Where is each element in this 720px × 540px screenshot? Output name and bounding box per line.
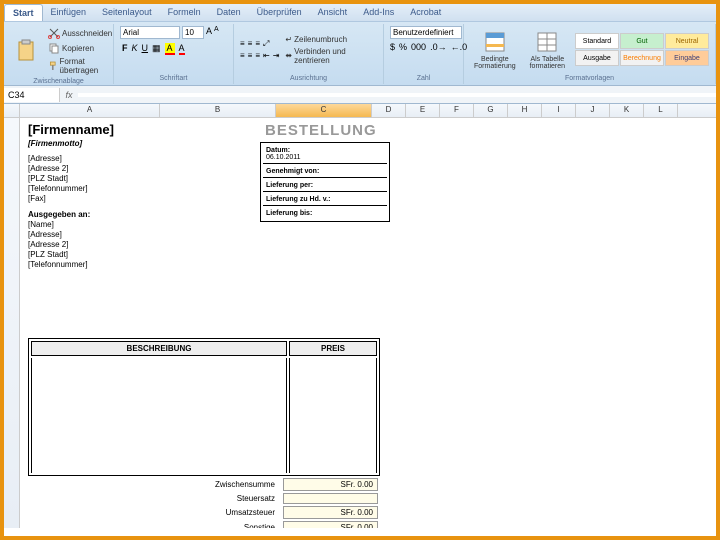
col-header-j[interactable]: J (576, 104, 610, 117)
merge-button[interactable]: ⬌Verbinden und zentrieren (283, 46, 377, 66)
worksheet-content[interactable]: [Firmenname] [Firmenmotto] [Adresse][Adr… (20, 118, 716, 528)
bold-button[interactable]: F (122, 43, 128, 55)
col-header-i[interactable]: I (542, 104, 576, 117)
cut-button[interactable]: Ausschneiden (46, 26, 114, 40)
style-gut[interactable]: Gut (620, 33, 664, 49)
formula-input[interactable] (78, 93, 716, 97)
copy-icon (48, 42, 60, 54)
style-standard[interactable]: Standard (575, 33, 619, 49)
fill-color-button[interactable]: A (165, 43, 175, 55)
style-neutral[interactable]: Neutral (665, 33, 709, 49)
sheet-area: [Firmenname] [Firmenmotto] [Adresse][Adr… (4, 118, 716, 528)
order-title: BESTELLUNG (265, 122, 377, 139)
column-headers: A B C D E F G H I J K L (4, 104, 716, 118)
row-headers (4, 118, 20, 528)
underline-button[interactable]: U (142, 43, 149, 55)
group-font-label: Schriftart (120, 75, 227, 82)
tab-formeln[interactable]: Formeln (160, 4, 209, 21)
col-header-b[interactable]: B (160, 104, 276, 117)
align-center-icon[interactable]: ≡ (248, 51, 253, 60)
format-as-table-button[interactable]: Als Tabelle formatieren (524, 28, 571, 72)
wrap-icon: ↵ (285, 35, 292, 44)
format-painter-button[interactable]: Format übertragen (46, 56, 114, 76)
paste-button[interactable] (10, 37, 42, 65)
group-font: Arial 10 A A F K U ▦ A A Schriftart (114, 24, 234, 84)
style-eingabe[interactable]: Eingabe (665, 50, 709, 66)
tab-seitenlayout[interactable]: Seitenlayout (94, 4, 160, 21)
cell-styles-gallery[interactable]: Standard Gut Neutral Ausgabe Berechnung … (575, 33, 709, 66)
th-price: PREIS (289, 341, 377, 356)
group-clipboard: Ausschneiden Kopieren Format übertragen … (4, 24, 114, 84)
tab-acrobat[interactable]: Acrobat (402, 4, 449, 21)
col-header-g[interactable]: G (474, 104, 508, 117)
group-alignment: ≡ ≡ ≡ ⤢ ≡ ≡ ≡ ⇤ ⇥ ↵Zeilenumbruch (234, 24, 384, 84)
col-header-c[interactable]: C (276, 104, 372, 117)
tab-addins[interactable]: Add-Ins (355, 4, 402, 21)
col-header-a[interactable]: A (20, 104, 160, 117)
indent-increase-icon[interactable]: ⇥ (273, 51, 280, 60)
shrink-font-icon[interactable]: A (214, 26, 219, 39)
ribbon-body: Ausschneiden Kopieren Format übertragen … (4, 22, 716, 86)
group-number-label: Zahl (390, 75, 457, 82)
col-header-k[interactable]: K (610, 104, 644, 117)
group-clipboard-label: Zwischenablage (10, 78, 107, 85)
percent-icon[interactable]: % (399, 42, 407, 52)
italic-button[interactable]: K (132, 43, 138, 55)
table-icon (535, 30, 559, 54)
font-size-select[interactable]: 10 (182, 26, 204, 39)
tab-einfuegen[interactable]: Einfügen (43, 4, 95, 21)
merge-icon: ⬌ (285, 51, 292, 60)
ribbon: Start Einfügen Seitenlayout Formeln Date… (4, 4, 716, 86)
order-info-table: Datum:06.10.2011 Genehmigt von: Lieferun… (260, 142, 390, 222)
col-header-e[interactable]: E (406, 104, 440, 117)
align-middle-icon[interactable]: ≡ (248, 39, 253, 49)
style-ausgabe[interactable]: Ausgabe (575, 50, 619, 66)
conditional-icon (483, 30, 507, 54)
comma-icon[interactable]: 000 (411, 42, 426, 52)
style-berechnung[interactable]: Berechnung (620, 50, 664, 66)
name-box[interactable]: C34 (4, 88, 60, 102)
formula-bar: C34 fx (4, 86, 716, 104)
totals-table: ZwischensummeSFr. 0.00 Steuersatz Umsatz… (28, 476, 380, 528)
paste-icon (14, 39, 38, 63)
group-alignment-label: Ausrichtung (240, 75, 377, 82)
select-all-button[interactable] (4, 104, 20, 117)
tab-start[interactable]: Start (4, 4, 43, 21)
align-top-icon[interactable]: ≡ (240, 39, 245, 49)
orientation-icon[interactable]: ⤢ (263, 39, 269, 49)
col-header-d[interactable]: D (372, 104, 406, 117)
th-description: BESCHREIBUNG (31, 341, 287, 356)
decimal-increase-icon[interactable]: .0→ (430, 42, 447, 52)
grow-font-icon[interactable]: A (206, 26, 212, 39)
tab-ansicht[interactable]: Ansicht (310, 4, 356, 21)
align-bottom-icon[interactable]: ≡ (255, 39, 260, 49)
scissors-icon (48, 27, 60, 39)
currency-icon[interactable]: $ (390, 42, 395, 52)
col-header-f[interactable]: F (440, 104, 474, 117)
align-right-icon[interactable]: ≡ (255, 51, 260, 60)
border-button[interactable]: ▦ (152, 43, 161, 55)
fx-icon[interactable]: fx (60, 90, 78, 100)
col-header-h[interactable]: H (508, 104, 542, 117)
group-styles: Bedingte Formatierung Als Tabelle format… (464, 24, 716, 84)
indent-decrease-icon[interactable]: ⇤ (263, 51, 270, 60)
col-header-l[interactable]: L (644, 104, 678, 117)
tab-daten[interactable]: Daten (209, 4, 249, 21)
ribbon-tabs: Start Einfügen Seitenlayout Formeln Date… (4, 4, 716, 22)
font-name-select[interactable]: Arial (120, 26, 180, 39)
brush-icon (48, 60, 58, 72)
number-format-select[interactable]: Benutzerdefiniert (390, 26, 462, 39)
conditional-format-button[interactable]: Bedingte Formatierung (470, 28, 520, 72)
group-styles-label: Formatvorlagen (470, 75, 709, 82)
font-color-button[interactable]: A (179, 43, 185, 55)
align-left-icon[interactable]: ≡ (240, 51, 245, 60)
line-items-table: BESCHREIBUNGPREIS (28, 338, 380, 476)
tab-ueberpruefen[interactable]: Überprüfen (249, 4, 310, 21)
group-number: Benutzerdefiniert $ % 000 .0→ ←.0 Zahl (384, 24, 464, 84)
copy-button[interactable]: Kopieren (46, 41, 114, 55)
wrap-text-button[interactable]: ↵Zeilenumbruch (283, 34, 377, 45)
